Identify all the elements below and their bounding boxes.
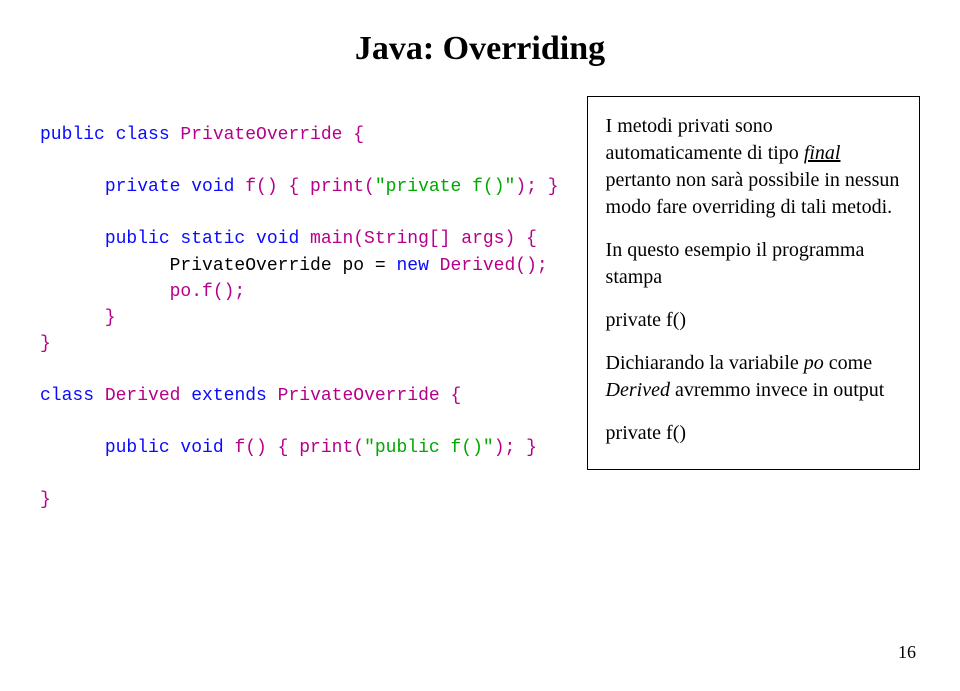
code-name: Derived — [94, 386, 191, 406]
info-text: I metodi privati sono automaticamente di… — [606, 115, 804, 164]
info-output: private f() — [606, 420, 901, 447]
info-box: I metodi privati sono automaticamente di… — [587, 96, 920, 470]
code-name: main(String[] args) { — [299, 229, 537, 249]
code-name: f() { print( — [224, 438, 364, 458]
code-kw: public void — [105, 438, 224, 458]
code-line: } — [40, 490, 51, 510]
info-text: come — [824, 352, 872, 374]
code-name: Derived(); — [429, 256, 548, 276]
page-title: Java: Overriding — [40, 30, 920, 68]
code-name: f() { print( — [234, 177, 374, 197]
code-tail: ); } — [515, 177, 558, 197]
info-var: po — [804, 352, 824, 374]
code-kw: new — [396, 256, 428, 276]
code-block: public class PrivateOverride { private v… — [40, 96, 559, 514]
code-kw: private void — [105, 177, 235, 197]
info-paragraph: In questo esempio il programma stampa — [606, 237, 901, 291]
info-text: pertanto non sarà possibile in nessun mo… — [606, 169, 900, 218]
code-string: "private f()" — [375, 177, 515, 197]
code-kw: public static void — [105, 229, 299, 249]
code-name: PrivateOverride { — [170, 125, 364, 145]
code-tail: ); } — [494, 438, 537, 458]
code-line: PrivateOverride po = — [40, 256, 396, 276]
code-kw: public class — [40, 125, 170, 145]
code-kw: class — [40, 386, 94, 406]
code-line: } — [40, 334, 51, 354]
code-kw: extends — [191, 386, 267, 406]
code-name: PrivateOverride { — [267, 386, 461, 406]
info-paragraph: Dichiarando la variabile po come Derived… — [606, 350, 901, 404]
info-emph: final — [804, 142, 841, 164]
info-paragraph: I metodi privati sono automaticamente di… — [606, 113, 901, 221]
code-line: } — [40, 308, 116, 328]
info-output: private f() — [606, 307, 901, 334]
content-columns: public class PrivateOverride { private v… — [40, 96, 920, 514]
info-text: avremmo invece in output — [670, 379, 884, 401]
info-var: Derived — [606, 379, 670, 401]
code-line: po.f(); — [40, 282, 245, 302]
page-number: 16 — [898, 642, 916, 663]
code-string: "public f()" — [364, 438, 494, 458]
info-text: Dichiarando la variabile — [606, 352, 804, 374]
